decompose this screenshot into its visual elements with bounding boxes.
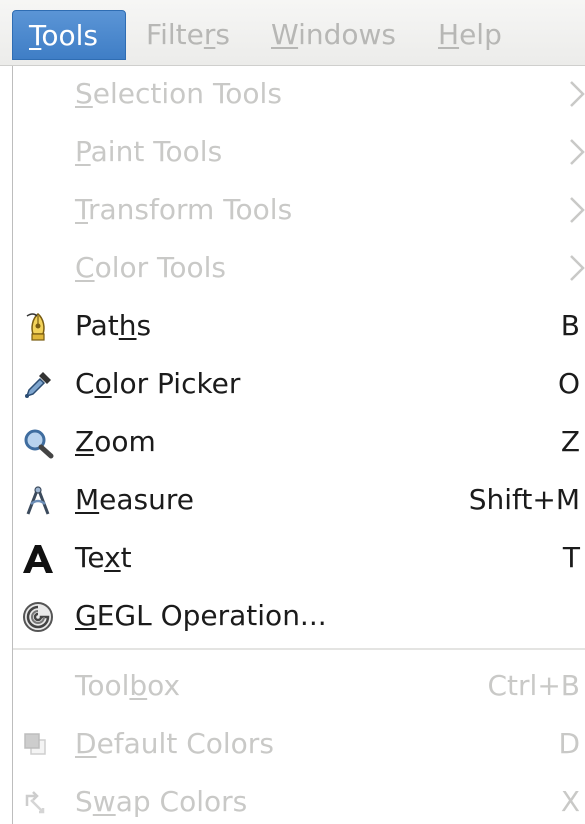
menubar-filters-rest: s (215, 18, 230, 51)
color-picker-icon (25, 372, 51, 398)
menu-item-label: Toolbox (75, 669, 181, 702)
menubar-tools-rest: ools (41, 19, 98, 52)
paths-icon (26, 313, 45, 341)
menubar-help-rest: elp (459, 18, 502, 51)
menubar-filters-mnemonic: r (203, 18, 216, 51)
menu-item-toolbox[interactable]: Toolbox Ctrl+B (13, 658, 585, 716)
menu-item-label: Color Tools (75, 251, 226, 284)
screen: Tools Filters Windows Help Selection Too… (0, 0, 585, 824)
menu-item-gegl-operation[interactable]: GEGL Operation... (13, 588, 585, 646)
menubar-help-mnemonic: H (438, 18, 460, 51)
menu-item-paint-tools[interactable]: Paint Tools (13, 124, 585, 182)
default-colors-icon (24, 733, 46, 755)
menu-item-zoom[interactable]: Zoom Z (13, 414, 585, 472)
menu-item-label: Paint Tools (75, 135, 223, 168)
menubar-windows-mnemonic: W (271, 18, 299, 51)
zoom-icon (24, 429, 54, 459)
menubar-tools-mnemonic: T (29, 19, 42, 52)
menu-item-measure[interactable]: Measure Shift+M (13, 472, 585, 530)
shortcut-label: Z (560, 425, 580, 458)
menubar-filters[interactable]: Filters (130, 10, 246, 60)
menu-item-label: Measure (75, 483, 195, 516)
shortcut-label: D (558, 727, 580, 760)
menu-item-default-colors[interactable]: Default Colors D (13, 716, 585, 774)
menu-item-paths[interactable]: Paths B (13, 298, 585, 356)
shortcut-label: B (560, 309, 580, 342)
menubar-filters-pre: Filte (146, 18, 204, 51)
menu-item-swap-colors[interactable]: Swap Colors X (13, 774, 585, 824)
menubar: Tools Filters Windows Help (0, 0, 585, 66)
menu-item-color-picker[interactable]: Color Picker O (13, 356, 585, 414)
swap-colors-icon (25, 791, 45, 814)
shortcut-label: Shift+M (468, 483, 580, 516)
shortcut-label: O (557, 367, 580, 400)
menu-item-selection-tools[interactable]: Selection Tools (13, 66, 585, 124)
menubar-help[interactable]: Help (422, 10, 518, 60)
submenu-arrow-icon (570, 255, 585, 281)
menu-item-label: Default Colors (75, 727, 274, 760)
menu-item-color-tools[interactable]: Color Tools (13, 240, 585, 298)
measure-icon (26, 486, 50, 515)
shortcut-label: Ctrl+B (487, 669, 581, 702)
menu-item-label: Zoom (75, 425, 156, 458)
menu-item-label: Color Picker (75, 367, 241, 400)
shortcut-label: X (560, 785, 580, 818)
menu-item-label: Paths (75, 309, 152, 342)
menubar-windows[interactable]: Windows (255, 10, 412, 60)
tools-menu: Selection Tools Paint Tools Transform To… (12, 66, 585, 824)
text-icon (23, 545, 53, 573)
gegl-icon (23, 602, 53, 632)
submenu-arrow-icon (570, 139, 585, 165)
menu-separator (13, 648, 585, 650)
menu-item-label: Transform Tools (75, 193, 293, 226)
menu-item-label: Swap Colors (75, 785, 248, 818)
submenu-arrow-icon (570, 81, 585, 107)
menubar-windows-rest: indows (298, 18, 396, 51)
menu-item-transform-tools[interactable]: Transform Tools (13, 182, 585, 240)
menu-item-label: GEGL Operation... (75, 599, 327, 632)
menu-item-text[interactable]: Text T (13, 530, 585, 588)
shortcut-label: T (562, 541, 580, 574)
menu-item-label: Selection Tools (75, 77, 282, 110)
menu-item-label: Text (75, 541, 132, 574)
menubar-tools[interactable]: Tools (12, 10, 126, 60)
submenu-arrow-icon (570, 197, 585, 223)
